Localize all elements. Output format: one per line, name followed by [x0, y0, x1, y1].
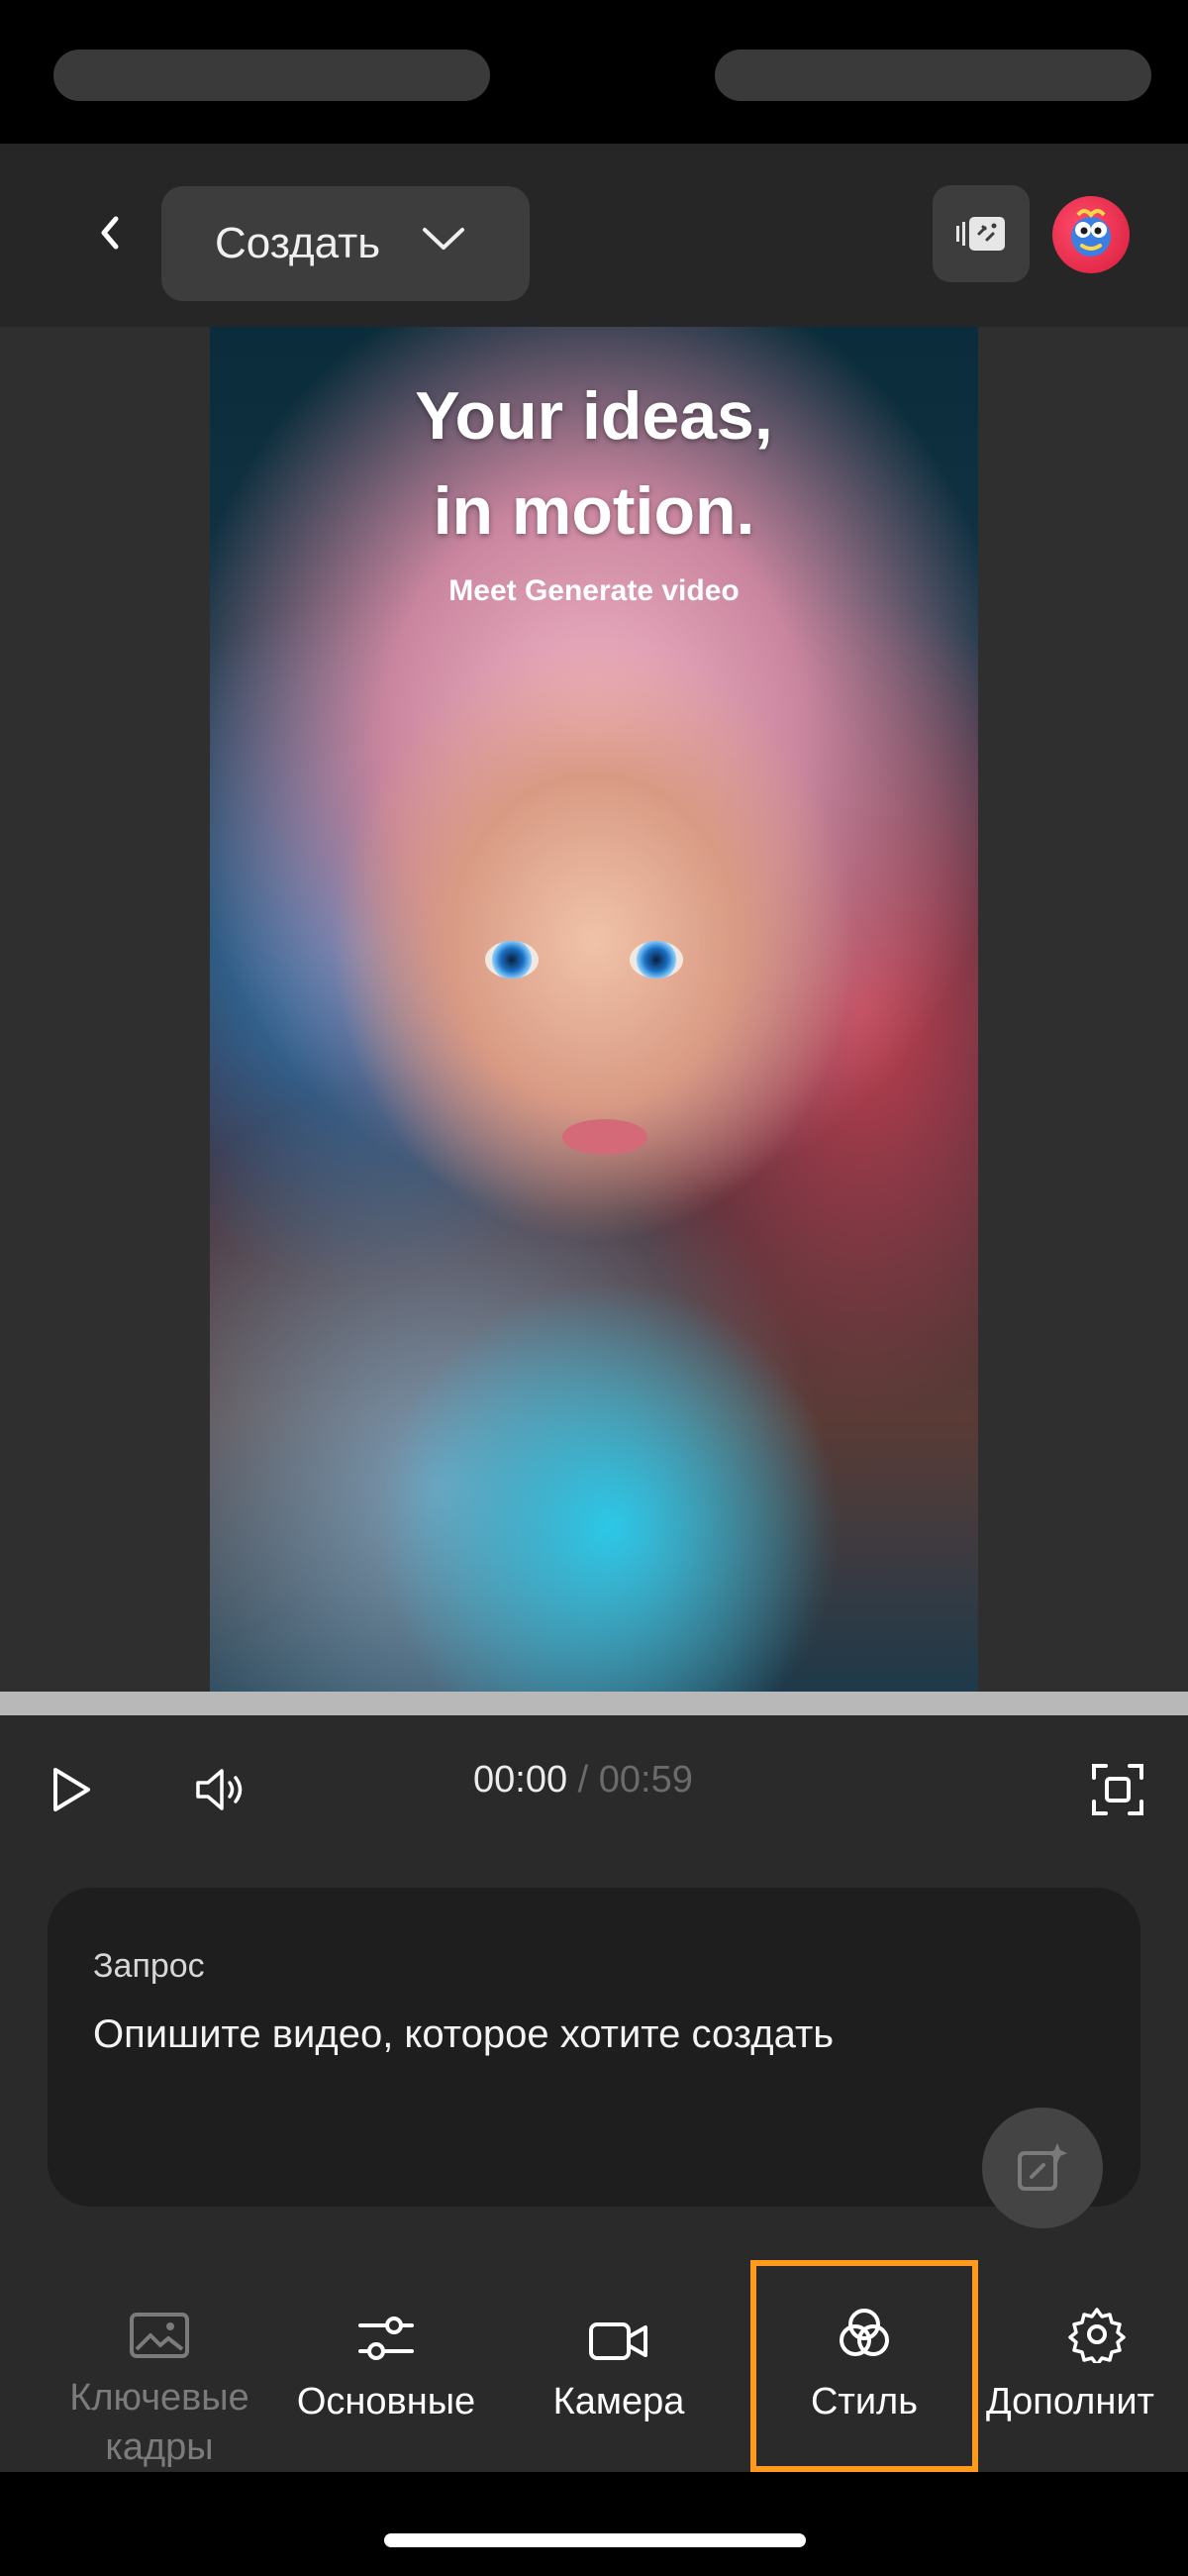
chevron-down-icon: [423, 228, 464, 250]
media-stack-icon: [956, 217, 1005, 251]
play-icon: [53, 1768, 90, 1811]
gear-icon: [1068, 2308, 1126, 2363]
generate-sparkle-icon: [1018, 2143, 1067, 2191]
prompt-card: Запрос Опишите видео, которое хотите соз…: [48, 1888, 1140, 2228]
tool-basic-label: Основные: [296, 2381, 476, 2422]
duration: 00:59: [598, 1759, 693, 1801]
video-progress-bar[interactable]: [0, 1692, 1188, 1715]
preview-headline: Your ideas, in motion.: [210, 368, 978, 559]
time-display: 00:00 / 00:59: [473, 1759, 693, 1802]
tool-keyframes-label: Ключевые кадры: [69, 2373, 249, 2472]
tool-keyframes-label-line2: кадры: [105, 2426, 214, 2468]
time-separator: /: [577, 1759, 589, 1801]
media-library-button[interactable]: [933, 185, 1030, 282]
tool-style[interactable]: Стиль: [750, 2260, 978, 2472]
back-button[interactable]: [81, 203, 141, 262]
tool-keyframes-label-line1: Ключевые: [69, 2377, 249, 2419]
create-dropdown-label: Создать: [215, 219, 381, 267]
status-pill-left: [53, 50, 490, 101]
lower-panel: Запрос Опишите видео, которое хотите соз…: [0, 1864, 1188, 2472]
player-controls: 00:00 / 00:59: [0, 1715, 1188, 1864]
preview-art-eye-right: [630, 941, 683, 979]
image-icon: [130, 2313, 189, 2358]
tool-camera-label: Камера: [552, 2381, 685, 2422]
generate-button[interactable]: [982, 2108, 1103, 2228]
tool-advanced-label: Дополнит: [986, 2381, 1154, 2422]
volume-button[interactable]: [188, 1755, 251, 1824]
video-camera-icon: [589, 2322, 647, 2360]
play-button[interactable]: [44, 1755, 99, 1824]
preview-art-eye-left: [485, 941, 539, 979]
chevron-left-icon: [101, 216, 119, 250]
tool-keyframes[interactable]: Ключевые кадры: [44, 2260, 275, 2472]
prompt-label: Запрос: [93, 1947, 205, 1985]
fullscreen-icon: [1092, 1764, 1143, 1815]
speaker-icon: [196, 1769, 243, 1810]
home-indicator[interactable]: [384, 2533, 806, 2547]
bottom-toolbar: Ключевые кадры Основные Камера Стиль Доп…: [0, 2260, 1188, 2472]
prompt-input[interactable]: Опишите видео, которое хотите создать: [93, 2012, 1063, 2057]
app-header: Создать: [0, 144, 1188, 327]
tool-advanced[interactable]: Дополнит: [986, 2260, 1188, 2472]
create-dropdown[interactable]: Создать: [161, 186, 530, 301]
style-circles-icon: [840, 2309, 889, 2356]
tool-camera[interactable]: Камера: [523, 2260, 715, 2472]
sliders-icon: [358, 2317, 414, 2360]
tool-basic[interactable]: Основные: [277, 2260, 495, 2472]
preview-art-lips: [562, 1119, 647, 1155]
status-pill-right: [715, 50, 1151, 101]
video-preview[interactable]: Your ideas, in motion. Meet Generate vid…: [210, 327, 978, 1692]
preview-headline-line2: in motion.: [433, 473, 755, 549]
avatar-image-icon: [1071, 209, 1111, 257]
preview-headline-line1: Your ideas,: [415, 378, 773, 454]
tool-style-label: Стиль: [810, 2381, 919, 2422]
profile-avatar[interactable]: [1052, 196, 1130, 273]
video-preview-area: Your ideas, in motion. Meet Generate vid…: [0, 327, 1188, 1692]
home-indicator-area: [0, 2472, 1188, 2576]
status-bar: [0, 0, 1188, 144]
preview-subtitle: Meet Generate video: [448, 574, 740, 607]
current-time: 00:00: [473, 1759, 568, 1801]
fullscreen-button[interactable]: [1085, 1755, 1150, 1824]
